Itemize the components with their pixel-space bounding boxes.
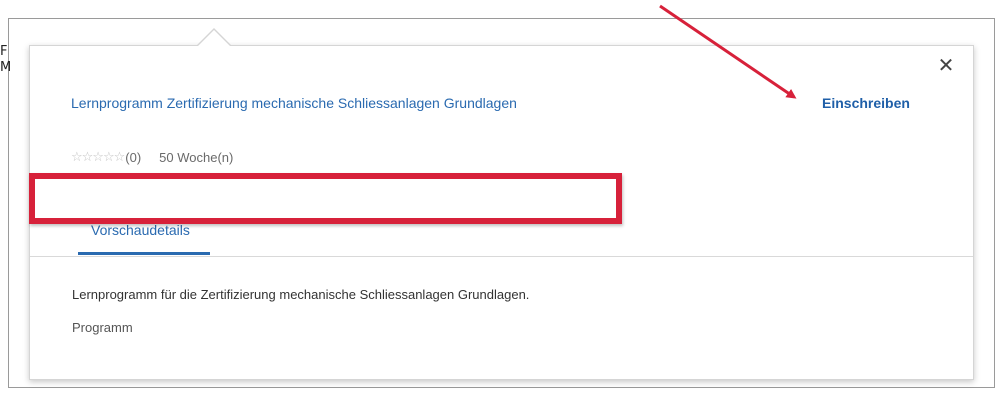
annotation-highlight-box [29,173,622,224]
duration-label: 50 Woche(n) [159,150,234,165]
close-icon[interactable]: ✕ [936,55,956,75]
tab-preview-details[interactable]: Vorschaudetails [91,222,190,238]
rating-stars-icon: ☆☆☆☆☆ [71,150,125,165]
rating-row: ☆☆☆☆☆ (0) 50 Woche(n) [71,150,233,165]
popover-pointer-inner [197,30,231,47]
background-text-line-2: M [0,60,12,75]
background-text-line-1: F [0,44,8,59]
enroll-button[interactable]: Einschreiben [822,95,910,111]
tab-divider [30,256,973,257]
course-title-link[interactable]: Lernprogramm Zertifizierung mechanische … [71,95,517,111]
course-type: Programm [72,320,133,335]
course-description: Lernprogramm für die Zertifizierung mech… [72,287,530,302]
tab-active-indicator [78,252,210,255]
rating-count: (0) [125,150,142,165]
